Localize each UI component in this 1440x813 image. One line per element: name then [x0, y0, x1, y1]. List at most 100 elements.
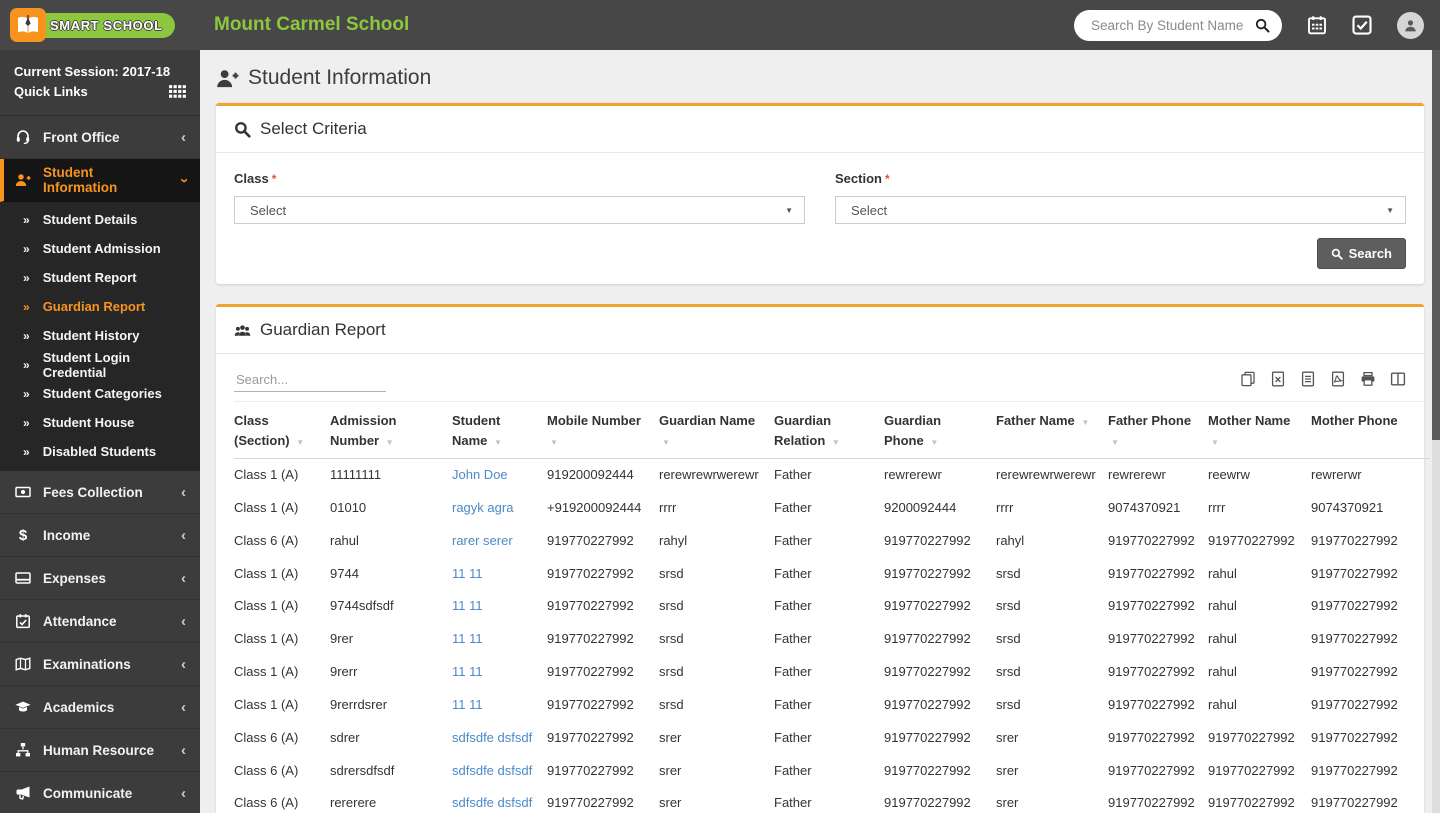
student-name-link[interactable]: 11 11 — [452, 598, 483, 613]
sidebar-subitem-student-admission[interactable]: »Student Admission — [0, 234, 200, 263]
sidebar-item-label: Expenses — [43, 571, 170, 586]
search-icon — [234, 121, 251, 138]
sidebar-subitem-student-report[interactable]: » Student Report — [0, 263, 200, 292]
export-csv-button[interactable] — [1300, 371, 1316, 387]
cell-mother-phone: 919770227992 — [1311, 755, 1430, 788]
student-name-link[interactable]: 11 11 — [452, 697, 483, 712]
cell-guardian-relation: Father — [774, 623, 884, 656]
export-excel-button[interactable] — [1270, 371, 1286, 387]
cell-guardian-name: srsd — [659, 656, 774, 689]
student-name-link[interactable]: sdfsdfe dsfsdf — [452, 795, 532, 810]
guardian-report-card: Guardian Report Class(Section) ▼Admissio… — [216, 304, 1424, 813]
student-name-link[interactable]: 11 11 — [452, 664, 483, 679]
table-row: Class 1 (A)11111111John Doe919200092444r… — [234, 459, 1430, 492]
sidebar-item-student-information[interactable]: Student Information‹ — [0, 159, 200, 202]
column-header-class-section[interactable]: Class(Section) ▼ — [234, 402, 330, 459]
search-icon[interactable] — [1255, 18, 1270, 33]
quick-links-label: Quick Links — [14, 84, 88, 99]
sidebar-subitem-label: Student Report — [43, 270, 137, 285]
sidebar-subitem-student-login-credential[interactable]: »Student Login Credential — [0, 350, 200, 379]
sidebar-item-fees-collection[interactable]: Fees Collection‹ — [0, 471, 200, 514]
cell-mother-name: rrrr — [1208, 492, 1311, 525]
student-name-link[interactable]: sdfsdfe dsfsdf — [452, 763, 532, 778]
cell-mother-phone: 919770227992 — [1311, 722, 1430, 755]
user-avatar[interactable] — [1397, 12, 1424, 39]
column-visibility-button[interactable] — [1390, 371, 1406, 387]
student-search-input[interactable] — [1089, 17, 1255, 34]
sidebar-item-label: Income — [43, 528, 170, 543]
sidebar-item-examinations[interactable]: Examinations‹ — [0, 643, 200, 686]
calendar-icon[interactable] — [1307, 15, 1327, 35]
grid-icon[interactable] — [169, 85, 186, 98]
student-search[interactable] — [1074, 10, 1282, 41]
sidebar-item-label: Academics — [43, 700, 170, 715]
column-header-mother-phone[interactable]: Mother Phone — [1311, 402, 1430, 459]
sidebar-subitem-student-history[interactable]: »Student History — [0, 321, 200, 350]
column-header-father-phone[interactable]: Father Phone▼ — [1108, 402, 1208, 459]
column-header-student-name[interactable]: StudentName ▼ — [452, 402, 547, 459]
student-name-link[interactable]: 11 11 — [452, 566, 483, 581]
cell-mother-name: rahul — [1208, 689, 1311, 722]
sidebar-subitem-student-house[interactable]: »Student House — [0, 408, 200, 437]
sidebar-item-communicate[interactable]: Communicate‹ — [0, 772, 200, 813]
column-header-guardian-name[interactable]: Guardian Name▼ — [659, 402, 774, 459]
sidebar-subitem-student-categories[interactable]: »Student Categories — [0, 379, 200, 408]
column-header-mobile-number[interactable]: Mobile Number▼ — [547, 402, 659, 459]
select-criteria-title: Select Criteria — [260, 119, 367, 139]
column-header-guardian-phone[interactable]: GuardianPhone ▼ — [884, 402, 996, 459]
sitemap-icon — [14, 742, 32, 758]
column-header-father-name[interactable]: Father Name ▼ — [996, 402, 1108, 459]
sidebar-item-expenses[interactable]: Expenses‹ — [0, 557, 200, 600]
sidebar-subitem-label: Student Categories — [43, 386, 162, 401]
double-angle-right-icon: » — [23, 271, 30, 285]
sidebar-item-label: Fees Collection — [43, 485, 170, 500]
cell-class-section: Class 6 (A) — [234, 755, 330, 788]
tasks-icon[interactable] — [1352, 15, 1372, 35]
column-header-mother-name[interactable]: Mother Name▼ — [1208, 402, 1311, 459]
sidebar-item-front-office[interactable]: Front Office‹ — [0, 116, 200, 159]
cell-admission-no: 11111111 — [330, 459, 452, 492]
cell-guardian-relation: Father — [774, 558, 884, 591]
search-button[interactable]: Search — [1317, 238, 1406, 269]
caret-down-icon: ▼ — [1386, 206, 1394, 215]
scrollbar-thumb[interactable] — [1432, 50, 1440, 440]
cell-father-name: rahyl — [996, 525, 1108, 558]
cell-admission-no: 9744sdfsdf — [330, 590, 452, 623]
double-angle-right-icon: » — [23, 242, 30, 256]
cell-admission-no: sdrersdfsdf — [330, 755, 452, 788]
sidebar-subitem-disabled-students[interactable]: »Disabled Students — [0, 437, 200, 466]
table-search-input[interactable] — [234, 368, 386, 392]
dollar-icon: $ — [14, 528, 32, 543]
sidebar-item-attendance[interactable]: Attendance‹ — [0, 600, 200, 643]
sidebar-subitem-student-details[interactable]: »Student Details — [0, 205, 200, 234]
sidebar-item-income[interactable]: $Income‹ — [0, 514, 200, 557]
student-name-link[interactable]: ragyk agra — [452, 500, 513, 515]
double-angle-right-icon: » — [23, 358, 30, 372]
column-header-admission-number[interactable]: AdmissionNumber ▼ — [330, 402, 452, 459]
cell-father-phone: 9074370921 — [1108, 492, 1208, 525]
class-select[interactable]: Select ▼ — [234, 196, 805, 224]
double-angle-right-icon: » — [23, 416, 30, 430]
student-name-link[interactable]: 11 11 — [452, 631, 483, 646]
chevron-left-icon: ‹ — [181, 657, 186, 672]
cell-admission-no: 01010 — [330, 492, 452, 525]
vertical-scrollbar[interactable] — [1432, 50, 1440, 813]
sort-caret-icon: ▼ — [296, 438, 304, 447]
cell-student-name: 11 11 — [452, 590, 547, 623]
cell-father-phone: 919770227992 — [1108, 656, 1208, 689]
sidebar-item-human-resource[interactable]: Human Resource‹ — [0, 729, 200, 772]
student-name-link[interactable]: rarer serer — [452, 533, 513, 548]
column-header-guardian-relation[interactable]: GuardianRelation ▼ — [774, 402, 884, 459]
sidebar-subitem-guardian-report[interactable]: »Guardian Report — [0, 292, 200, 321]
sidebar-item-academics[interactable]: Academics‹ — [0, 686, 200, 729]
cell-guardian-phone: 919770227992 — [884, 525, 996, 558]
app-logo[interactable]: SMART SCHOOL — [0, 8, 200, 42]
quick-links[interactable]: Quick Links — [14, 84, 186, 99]
student-name-link[interactable]: sdfsdfe dsfsdf — [452, 730, 532, 745]
print-button[interactable] — [1360, 371, 1376, 387]
export-pdf-button[interactable] — [1330, 371, 1346, 387]
student-name-link[interactable]: John Doe — [452, 467, 508, 482]
section-select[interactable]: Select ▼ — [835, 196, 1406, 224]
copy-button[interactable] — [1240, 371, 1256, 387]
main-content: Student Information Select Criteria Clas… — [200, 50, 1440, 813]
